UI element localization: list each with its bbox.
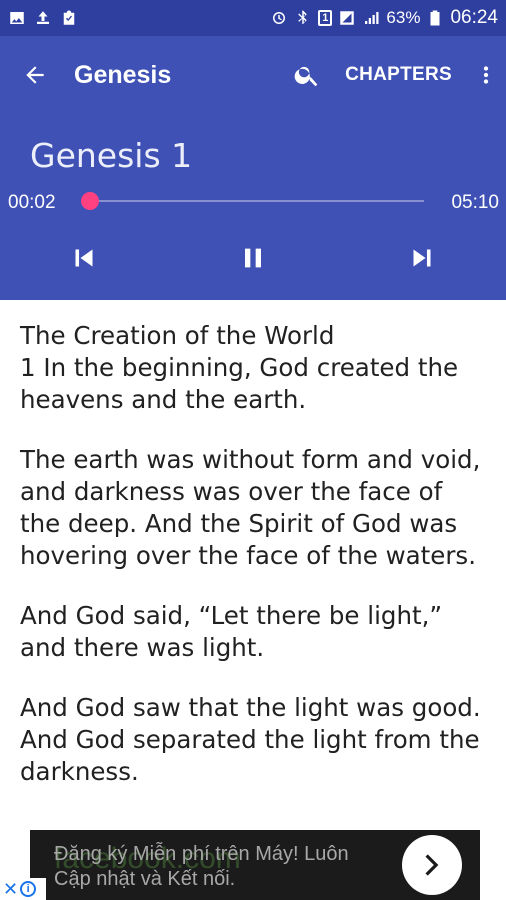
- alarm-icon: [270, 9, 288, 27]
- chapter-title: Genesis 1: [30, 136, 193, 175]
- verse-paragraph: The earth was without form and void, and…: [20, 445, 481, 570]
- ad-open-button[interactable]: [402, 835, 462, 895]
- more-options-button[interactable]: [466, 36, 506, 114]
- search-icon: [294, 66, 318, 87]
- ad-text-line: Đăng ký Miễn phí trên Máy! Luôn: [54, 843, 349, 865]
- back-arrow-icon: [26, 66, 44, 84]
- total-time: 05:10: [451, 192, 499, 213]
- ad-banner[interactable]: facebook.com Đăng ký Miễn phí trên Máy! …: [30, 830, 480, 900]
- sim-icon: 1: [318, 10, 333, 26]
- chevron-right-icon: [425, 854, 439, 876]
- ad-choices-badge[interactable]: ✕ i: [0, 878, 46, 900]
- pause-icon: [245, 248, 261, 268]
- ad-text: Đăng ký Miễn phí trên Máy! Luôn Cập nhật…: [54, 842, 414, 892]
- verse-paragraph: The Creation of the World 1 In the begin…: [20, 321, 459, 414]
- more-vert-icon: [483, 66, 489, 84]
- info-icon[interactable]: i: [20, 881, 37, 897]
- status-bar: 1 63% 06:24: [0, 0, 506, 36]
- search-button[interactable]: [283, 36, 331, 114]
- ad-text-line: Cập nhật và Kết nối.: [54, 868, 236, 890]
- battery-icon: [426, 9, 444, 27]
- signal-icon: [338, 9, 356, 27]
- pause-button[interactable]: [233, 238, 273, 278]
- skip-previous-icon: [75, 249, 93, 267]
- gallery-icon: [8, 9, 26, 27]
- close-icon[interactable]: ✕: [3, 879, 18, 899]
- verse-paragraph: And God said, “Let there be light,” and …: [20, 601, 443, 662]
- signal-icon: [362, 9, 380, 27]
- next-button[interactable]: [402, 238, 442, 278]
- battery-percent: 63%: [386, 8, 421, 27]
- previous-button[interactable]: [64, 238, 104, 278]
- chapters-button[interactable]: CHAPTERS: [331, 36, 466, 114]
- app-title: Genesis: [74, 60, 172, 89]
- upload-icon: [34, 9, 52, 27]
- seek-bar[interactable]: [81, 192, 424, 210]
- current-time: 00:02: [8, 192, 56, 213]
- seek-thumb[interactable]: [81, 192, 100, 210]
- skip-next-icon: [413, 249, 431, 267]
- bluetooth-icon: [294, 9, 312, 27]
- app-bar: Genesis CHAPTERS: [0, 36, 506, 114]
- back-button[interactable]: [0, 36, 70, 114]
- chapter-content: The Creation of the World 1 In the begin…: [8, 300, 498, 822]
- verse-paragraph: And God saw that the light was good. And…: [20, 693, 481, 786]
- status-time: 06:24: [450, 7, 498, 28]
- audio-player: Genesis 1 00:02 05:10: [0, 114, 506, 300]
- clipboard-icon: [60, 9, 78, 27]
- ad-area: facebook.com Đăng ký Miễn phí trên Máy! …: [0, 822, 506, 900]
